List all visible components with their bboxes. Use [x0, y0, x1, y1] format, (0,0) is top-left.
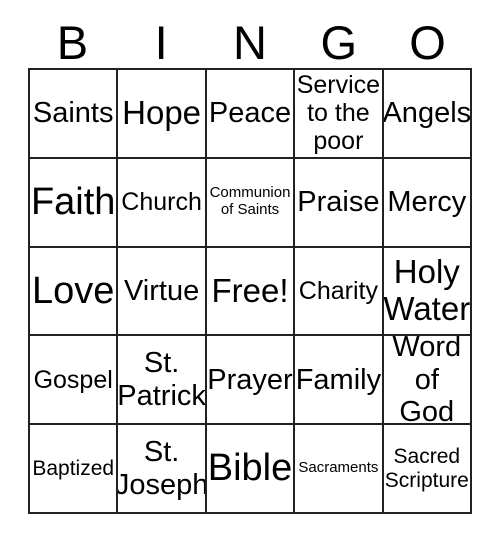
bingo-cell-label: St. Joseph — [118, 436, 207, 501]
bingo-cell[interactable]: Sacraments — [295, 425, 384, 514]
bingo-cell[interactable]: St. Joseph — [118, 425, 207, 514]
bingo-cell-label: Communion of Saints — [209, 184, 291, 219]
bingo-cell-label: Prayer — [207, 363, 293, 396]
bingo-header-letter-o: O — [409, 15, 446, 69]
bingo-cell-label: Sacraments — [298, 459, 379, 477]
bingo-cell-label: Virtue — [123, 274, 200, 307]
bingo-cell[interactable]: Charity — [295, 247, 384, 337]
bingo-cell-label: Sacred Scripture — [384, 445, 469, 492]
bingo-cell-label: St. Patrick — [118, 347, 206, 412]
bingo-cell[interactable]: Faith — [30, 158, 119, 248]
bingo-cell[interactable]: Mercy — [383, 158, 472, 248]
bingo-cell[interactable]: Baptized — [30, 425, 119, 514]
bingo-card: B I N G O Saints Hope Peace Service to the … — [0, 0, 500, 544]
bingo-header-row: B I N G O — [28, 16, 472, 68]
bingo-cell[interactable]: Word of God — [383, 336, 472, 426]
bingo-cell-label: Saints — [32, 97, 114, 130]
bingo-cell-label: Word of God — [392, 336, 462, 426]
bingo-cell[interactable]: Love — [30, 247, 119, 337]
bingo-header-letter-i: I — [154, 15, 168, 69]
bingo-cell-label: Praise — [297, 185, 380, 218]
bingo-cell[interactable]: Prayer — [206, 336, 296, 426]
bingo-cell[interactable]: Holy Water — [383, 247, 472, 337]
bingo-cell[interactable]: Angels — [383, 70, 472, 159]
bingo-cell-label: Hope — [122, 93, 202, 131]
bingo-cell[interactable]: Bible — [206, 425, 296, 514]
bingo-cell[interactable]: Peace — [206, 70, 296, 159]
bingo-cell-label: Baptized — [32, 456, 115, 480]
bingo-cell[interactable]: Virtue — [118, 247, 207, 337]
bingo-cell[interactable]: Saints — [30, 70, 119, 159]
bingo-grid: Saints Hope Peace Service to the poor Angels… — [28, 68, 472, 514]
bingo-cell-label: Bible — [207, 447, 293, 490]
bingo-cell[interactable]: St. Patrick — [118, 336, 207, 426]
bingo-cell[interactable]: Sacred Scripture — [383, 425, 472, 514]
bingo-cell-free[interactable]: Free! — [206, 247, 296, 337]
bingo-cell[interactable]: Communion of Saints — [206, 158, 296, 248]
bingo-header-letter-b: B — [56, 15, 89, 69]
bingo-cell[interactable]: Praise — [295, 158, 384, 248]
bingo-cell-label: Service to the poor — [296, 71, 381, 156]
bingo-cell-label: Angels — [383, 97, 472, 130]
bingo-cell-label: Family — [295, 363, 382, 396]
bingo-cell[interactable]: Gospel — [30, 336, 119, 426]
bingo-header-letter-g: G — [320, 15, 358, 69]
bingo-cell[interactable]: Hope — [118, 70, 207, 159]
bingo-cell[interactable]: Service to the poor — [295, 70, 384, 159]
bingo-cell-label: Faith — [30, 180, 116, 223]
bingo-cell-label: Church — [121, 188, 202, 217]
bingo-cell-label: Gospel — [33, 365, 113, 394]
bingo-header-letter-n: N — [233, 15, 267, 69]
bingo-cell-label: Free! — [211, 271, 289, 309]
bingo-cell-label: Mercy — [387, 185, 467, 218]
bingo-cell[interactable]: Family — [295, 336, 384, 426]
bingo-cell-label: Peace — [208, 97, 292, 130]
bingo-cell-label: Love — [32, 269, 115, 312]
bingo-cell-label: Holy Water — [383, 253, 471, 327]
bingo-cell[interactable]: Church — [118, 158, 207, 248]
bingo-cell-label: Charity — [298, 276, 378, 305]
